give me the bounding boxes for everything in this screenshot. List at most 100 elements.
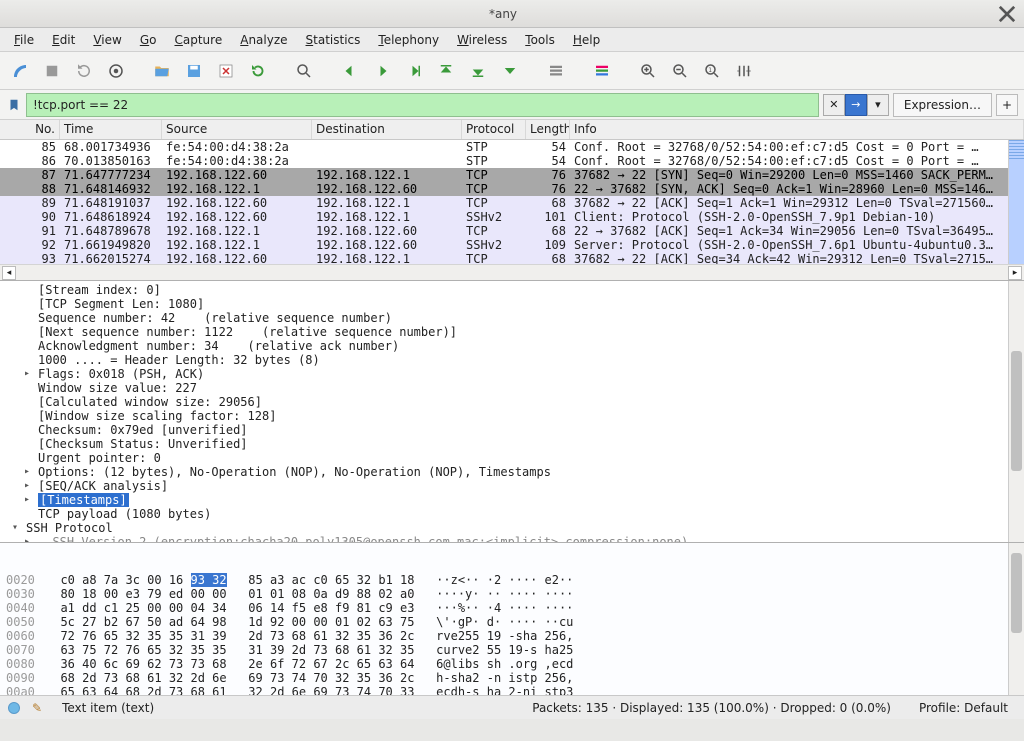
bytes-line[interactable]: 0080 36 40 6c 69 62 73 73 68 2e 6f 72 67… xyxy=(6,657,1018,671)
bytes-line[interactable]: 00a0 65 63 64 68 2d 73 68 61 32 2d 6e 69… xyxy=(6,685,1018,695)
packet-row[interactable]: 8871.648146932192.168.122.1192.168.122.6… xyxy=(0,182,1024,196)
bytes-line[interactable]: 0050 5c 27 b2 67 50 ad 64 98 1d 92 00 00… xyxy=(6,615,1018,629)
colorize-list-button[interactable] xyxy=(588,57,616,85)
detail-line[interactable]: [Next sequence number: 1122 (relative se… xyxy=(10,325,1024,339)
detail-line[interactable]: Urgent pointer: 0 xyxy=(10,451,1024,465)
status-profile[interactable]: Profile: Default xyxy=(911,701,1016,715)
detail-line[interactable]: Sequence number: 42 (relative sequence n… xyxy=(10,311,1024,325)
titlebar: *any xyxy=(0,0,1024,28)
colorize-button[interactable] xyxy=(542,57,570,85)
menu-view[interactable]: View xyxy=(85,31,129,49)
menu-tools[interactable]: Tools xyxy=(517,31,563,49)
detail-line[interactable]: [SEQ/ACK analysis] xyxy=(10,479,1024,493)
go-first-button[interactable] xyxy=(432,57,460,85)
start-capture-button[interactable] xyxy=(6,57,34,85)
details-vscrollbar[interactable] xyxy=(1008,281,1024,542)
zoom-out-button[interactable] xyxy=(666,57,694,85)
packet-row[interactable]: 9371.662015274192.168.122.60192.168.122.… xyxy=(0,252,1024,264)
clear-filter-button[interactable]: ✕ xyxy=(823,94,845,116)
detail-line[interactable]: TCP payload (1080 bytes) xyxy=(10,507,1024,521)
expert-info-indicator[interactable] xyxy=(8,702,20,714)
close-file-button[interactable] xyxy=(212,57,240,85)
bytes-line[interactable]: 0030 80 18 00 e3 79 ed 00 00 01 01 08 0a… xyxy=(6,587,1018,601)
menu-go[interactable]: Go xyxy=(132,31,165,49)
packet-row[interactable]: 8771.647777234192.168.122.60192.168.122.… xyxy=(0,168,1024,182)
packet-row[interactable]: 8568.001734936fe:54:00:d4:38:2aSTP54Conf… xyxy=(0,140,1024,154)
col-header-no[interactable]: No. xyxy=(0,120,60,139)
col-header-src[interactable]: Source xyxy=(162,120,312,139)
display-filter-input[interactable]: !tcp.port == 22 xyxy=(26,93,819,117)
detail-line[interactable]: [TCP Segment Len: 1080] xyxy=(10,297,1024,311)
stop-capture-button[interactable] xyxy=(38,57,66,85)
packet-row[interactable]: 9271.661949820192.168.122.1192.168.122.6… xyxy=(0,238,1024,252)
detail-line[interactable]: Flags: 0x018 (PSH, ACK) xyxy=(10,367,1024,381)
bookmark-filter-icon[interactable] xyxy=(6,98,22,112)
menu-help[interactable]: Help xyxy=(565,31,608,49)
detail-line[interactable]: Options: (12 bytes), No-Operation (NOP),… xyxy=(10,465,1024,479)
restart-capture-button[interactable] xyxy=(70,57,98,85)
packet-row[interactable]: 9071.648618924192.168.122.60192.168.122.… xyxy=(0,210,1024,224)
menu-telephony[interactable]: Telephony xyxy=(370,31,447,49)
menu-capture[interactable]: Capture xyxy=(166,31,230,49)
detail-line[interactable]: [Checksum Status: Unverified] xyxy=(10,437,1024,451)
col-header-len[interactable]: Length xyxy=(526,120,570,139)
find-packet-button[interactable] xyxy=(290,57,318,85)
window-close-button[interactable] xyxy=(998,5,1016,23)
bytes-line[interactable]: 0090 68 2d 73 68 61 32 2d 6e 69 73 74 70… xyxy=(6,671,1018,685)
bytes-line[interactable]: 0070 63 75 72 76 65 32 35 35 31 39 2d 73… xyxy=(6,643,1018,657)
detail-line-selected[interactable]: [Timestamps] xyxy=(10,493,1024,507)
col-header-time[interactable]: Time xyxy=(60,120,162,139)
menubar: FileEditViewGoCaptureAnalyzeStatisticsTe… xyxy=(0,28,1024,52)
zoom-reset-button[interactable]: 1 xyxy=(698,57,726,85)
edit-preferences-icon[interactable]: ✎ xyxy=(32,701,42,715)
bytes-line[interactable]: 0020 c0 a8 7a 3c 00 16 93 32 85 a3 ac c0… xyxy=(6,573,1018,587)
filter-history-dropdown[interactable]: ▾ xyxy=(867,94,889,116)
bytes-line[interactable]: 0060 72 76 65 32 35 35 31 39 2d 73 68 61… xyxy=(6,629,1018,643)
go-back-button[interactable] xyxy=(336,57,364,85)
packet-list-minimap[interactable] xyxy=(1008,140,1024,264)
packet-list-header[interactable]: No. Time Source Destination Protocol Len… xyxy=(0,120,1024,140)
menu-wireless[interactable]: Wireless xyxy=(449,31,515,49)
packet-row[interactable]: 8670.013850163fe:54:00:d4:38:2aSTP54Conf… xyxy=(0,154,1024,168)
zoom-in-button[interactable] xyxy=(634,57,662,85)
packet-row[interactable]: 9171.648789678192.168.122.1192.168.122.6… xyxy=(0,224,1024,238)
filter-bar: !tcp.port == 22 ✕ → ▾ Expression… + xyxy=(0,90,1024,120)
go-last-button[interactable] xyxy=(464,57,492,85)
auto-scroll-button[interactable] xyxy=(496,57,524,85)
col-header-proto[interactable]: Protocol xyxy=(462,120,526,139)
detail-line[interactable]: SSH Protocol xyxy=(10,521,1024,535)
open-file-button[interactable] xyxy=(148,57,176,85)
detail-line[interactable]: SSH Version 2 (encryption:chacha20-poly1… xyxy=(10,535,1024,543)
menu-file[interactable]: File xyxy=(6,31,42,49)
reload-file-button[interactable] xyxy=(244,57,272,85)
col-header-dst[interactable]: Destination xyxy=(312,120,462,139)
packet-list-hscrollbar[interactable]: ◂ ▸ xyxy=(0,264,1024,280)
menu-statistics[interactable]: Statistics xyxy=(298,31,369,49)
resize-columns-button[interactable] xyxy=(730,57,758,85)
jump-to-button[interactable] xyxy=(400,57,428,85)
packet-row[interactable]: 8971.648191037192.168.122.60192.168.122.… xyxy=(0,196,1024,210)
detail-line[interactable]: Acknowledgment number: 34 (relative ack … xyxy=(10,339,1024,353)
menu-analyze[interactable]: Analyze xyxy=(232,31,295,49)
capture-options-button[interactable] xyxy=(102,57,130,85)
detail-line[interactable]: Checksum: 0x79ed [unverified] xyxy=(10,423,1024,437)
packet-details-pane[interactable]: [Stream index: 0][TCP Segment Len: 1080]… xyxy=(0,281,1024,543)
col-header-info[interactable]: Info xyxy=(570,120,1024,139)
detail-line[interactable]: Window size value: 227 xyxy=(10,381,1024,395)
bytes-line[interactable]: 0040 a1 dd c1 25 00 00 04 34 06 14 f5 e8… xyxy=(6,601,1018,615)
menu-edit[interactable]: Edit xyxy=(44,31,83,49)
scroll-left-icon[interactable]: ◂ xyxy=(2,266,16,280)
filter-expression-button[interactable]: Expression… xyxy=(893,93,992,117)
scroll-right-icon[interactable]: ▸ xyxy=(1008,266,1022,280)
go-forward-button[interactable] xyxy=(368,57,396,85)
detail-line[interactable]: [Calculated window size: 29056] xyxy=(10,395,1024,409)
add-filter-button[interactable]: + xyxy=(996,94,1018,116)
apply-filter-button[interactable]: → xyxy=(845,94,867,116)
save-file-button[interactable] xyxy=(180,57,208,85)
bytes-vscrollbar[interactable] xyxy=(1008,543,1024,695)
detail-line[interactable]: 1000 .... = Header Length: 32 bytes (8) xyxy=(10,353,1024,367)
detail-line[interactable]: [Stream index: 0] xyxy=(10,283,1024,297)
packet-list-body[interactable]: 8568.001734936fe:54:00:d4:38:2aSTP54Conf… xyxy=(0,140,1024,264)
packet-bytes-pane[interactable]: 0020 c0 a8 7a 3c 00 16 93 32 85 a3 ac c0… xyxy=(0,543,1024,695)
detail-line[interactable]: [Window size scaling factor: 128] xyxy=(10,409,1024,423)
